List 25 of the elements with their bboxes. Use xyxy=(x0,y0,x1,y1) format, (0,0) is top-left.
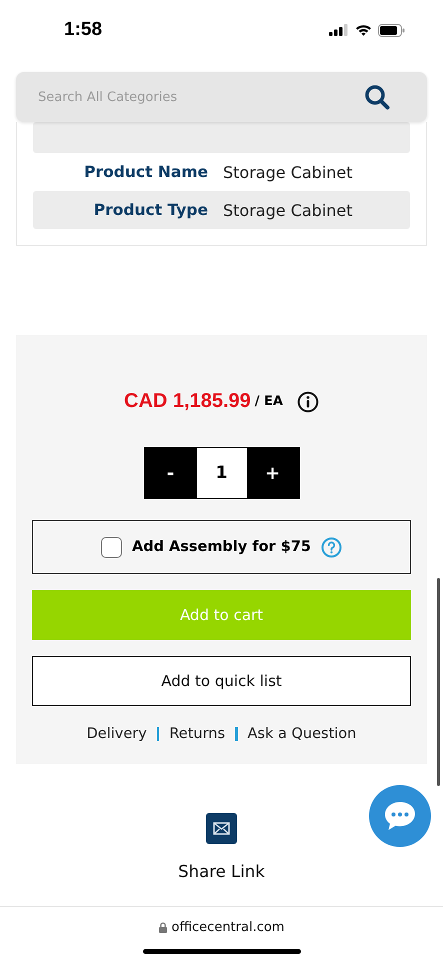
spec-label: Product Type xyxy=(92,201,209,219)
lock-icon xyxy=(158,922,166,933)
share-link-label: Share Link xyxy=(178,862,265,881)
add-to-quick-list-button[interactable]: Add to quick list xyxy=(32,656,411,706)
wifi-icon xyxy=(355,24,372,36)
battery-icon xyxy=(378,24,405,36)
info-link[interactable]: Returns xyxy=(169,726,226,742)
status-time: 1:58 xyxy=(64,19,102,41)
search-field[interactable]: Search All Categories xyxy=(16,72,427,122)
email-icon[interactable] xyxy=(206,813,237,844)
spec-value: Storage Cabinet xyxy=(223,162,354,182)
spec-value: Storage Cabinet xyxy=(223,200,354,220)
url-text: officecentral.com xyxy=(172,920,284,935)
spec-label: Product Name xyxy=(83,163,209,181)
price-unit: / EA xyxy=(254,394,283,409)
search-icon[interactable] xyxy=(364,84,390,110)
info-icon[interactable] xyxy=(296,390,319,412)
info-link[interactable]: Delivery xyxy=(86,726,147,742)
chat-icon xyxy=(383,800,417,832)
checkbox[interactable] xyxy=(100,536,122,558)
info-link[interactable]: Ask a Question xyxy=(248,726,356,742)
price: CAD 1,185.99 xyxy=(124,390,251,413)
signal-icon xyxy=(329,24,349,36)
help-icon[interactable] xyxy=(321,536,342,558)
assembly-label: Add Assembly for $75 xyxy=(132,539,312,555)
